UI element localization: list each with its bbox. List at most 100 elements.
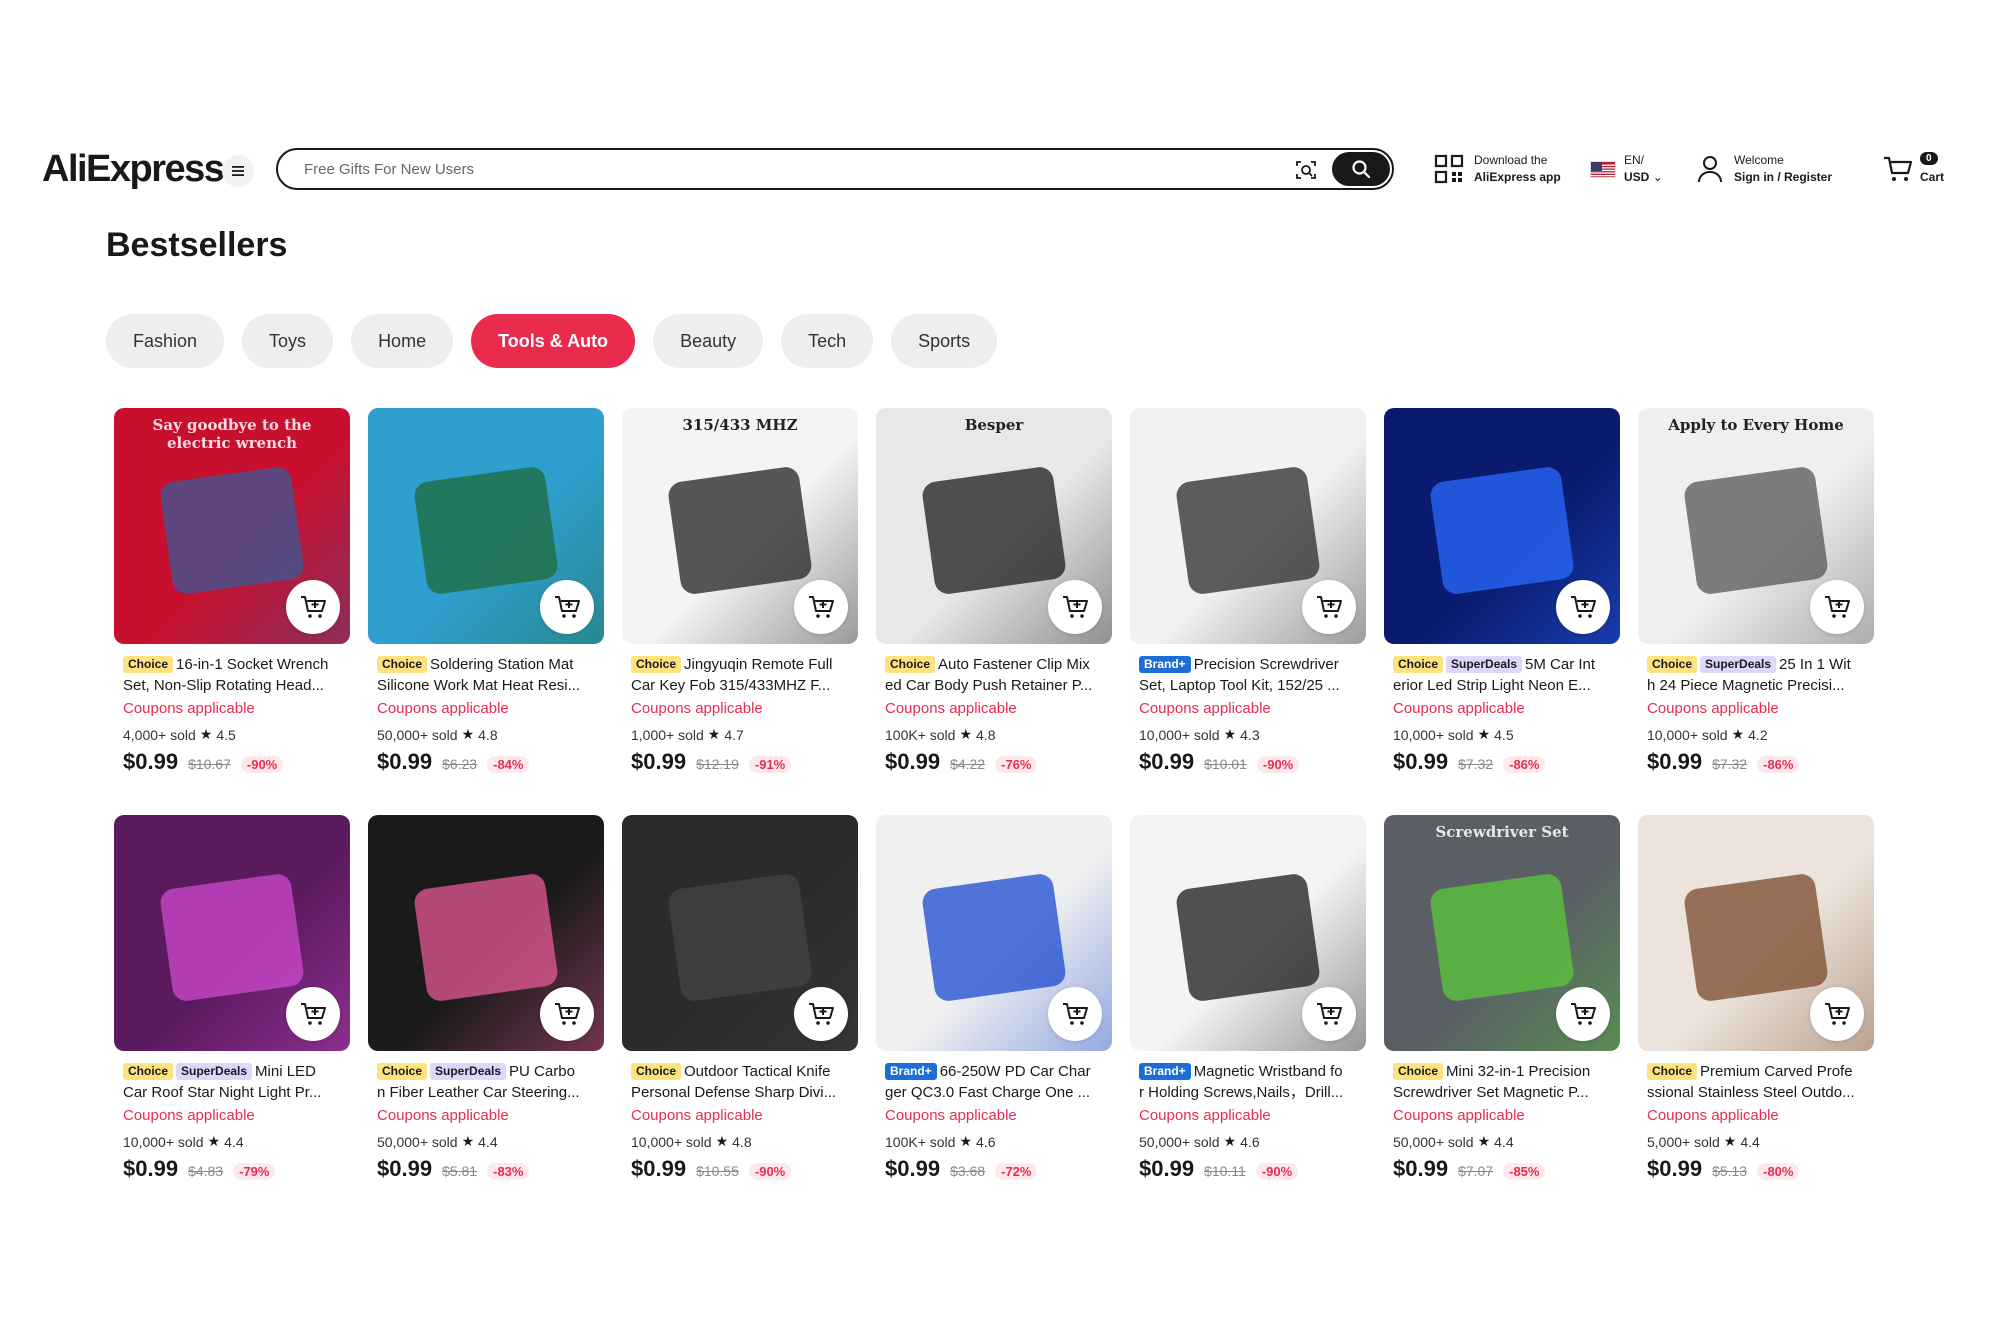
price-row: $0.99 $7.07 -85% (1393, 1156, 1620, 1182)
product-card[interactable]: Brand+ Magnetic Wristband fo r Holding Scr… (1130, 815, 1366, 1182)
product-title[interactable]: Choice SuperDeals PU Carbo n Fiber Leather … (377, 1061, 596, 1103)
sales-rating-row: 10,000+ sold ★ 4.5 (1393, 726, 1620, 743)
product-card[interactable]: Screwdriver Set Choice Mini 32-in-1 Precis… (1384, 815, 1620, 1182)
add-to-cart-button[interactable] (1048, 580, 1102, 634)
product-image[interactable] (1638, 815, 1874, 1051)
cart-label: Cart (1920, 169, 1945, 184)
product-card[interactable]: Brand+ 66-250W PD Car Char ger QC3.0 Fast … (876, 815, 1112, 1182)
product-title[interactable]: Choice Auto Fastener Clip Mix ed Car Body … (885, 654, 1104, 696)
tab-sports[interactable]: Sports (891, 314, 998, 368)
product-card[interactable]: Brand+ Precision Screwdriver Set, Laptop T… (1130, 408, 1366, 775)
image-caption: 315/433 MHZ (682, 416, 798, 434)
product-image[interactable]: 315/433 MHZ (622, 408, 858, 644)
product-title[interactable]: Choice Premium Carved Profe ssional Stainl… (1647, 1061, 1866, 1103)
rating-value: 4.2 (1748, 726, 1768, 743)
product-card[interactable]: 315/433 MHZ Choice Jingyuqin Remote Full Ca… (622, 408, 858, 775)
product-photo-shape (412, 872, 560, 1003)
product-card[interactable]: Besper Choice Auto Fastener Clip Mix ed Car… (876, 408, 1112, 775)
welcome-text: Welcome (1734, 153, 1784, 167)
product-photo-shape (920, 872, 1068, 1003)
search-button[interactable] (1332, 152, 1390, 186)
add-to-cart-button[interactable] (1810, 580, 1864, 634)
coupon-label: Coupons applicable (1393, 1107, 1525, 1124)
add-to-cart-button[interactable] (1556, 987, 1610, 1041)
add-to-cart-button[interactable] (286, 987, 340, 1041)
add-to-cart-button[interactable] (286, 580, 340, 634)
sign-in-link[interactable]: Welcome Sign in / Register (1696, 148, 1832, 190)
choice-badge: Choice (631, 1063, 682, 1080)
tab-tech[interactable]: Tech (781, 314, 874, 368)
add-to-cart-button[interactable] (1048, 987, 1102, 1041)
product-title[interactable]: Choice SuperDeals 5M Car Int erior Led Stri… (1393, 654, 1612, 696)
add-to-cart-icon (555, 1003, 580, 1025)
add-to-cart-button[interactable] (1810, 987, 1864, 1041)
product-image[interactable] (1130, 815, 1366, 1051)
product-title[interactable]: Choice Soldering Station Mat Silicone Work… (377, 654, 596, 696)
product-image[interactable] (114, 815, 350, 1051)
sold-count: 100K+ sold (885, 1133, 956, 1150)
original-price: $4.83 (188, 1163, 224, 1179)
product-title[interactable]: Choice 16-in-1 Socket Wrench Set, Non-Slip… (123, 654, 342, 696)
tab-fashion[interactable]: Fashion (106, 314, 225, 368)
cart-link[interactable]: 0 Cart (1882, 148, 1944, 190)
product-card[interactable]: Choice SuperDeals 5M Car Int erior Led Stri… (1384, 408, 1620, 775)
original-price: $4.22 (950, 756, 986, 772)
product-image[interactable] (368, 408, 604, 644)
product-image[interactable]: Screwdriver Set (1384, 815, 1620, 1051)
add-to-cart-button[interactable] (794, 987, 848, 1041)
product-image[interactable] (368, 815, 604, 1051)
product-title[interactable]: Choice Mini 32-in-1 Precision Screwdriver … (1393, 1061, 1612, 1103)
coupon-label: Coupons applicable (1647, 700, 1779, 717)
title-line1: Auto Fastener Clip Mix (938, 656, 1090, 673)
product-card[interactable]: Apply to Every Home Choice SuperDeals 25 In… (1638, 408, 1874, 775)
add-to-cart-button[interactable] (1302, 580, 1356, 634)
add-to-cart-button[interactable] (794, 580, 848, 634)
product-image[interactable]: Besper (876, 408, 1112, 644)
add-to-cart-button[interactable] (1302, 987, 1356, 1041)
image-search-icon[interactable] (1294, 158, 1318, 182)
menu-button[interactable] (222, 155, 254, 187)
search-input[interactable] (304, 150, 1284, 188)
title-line1: 25 In 1 Wit (1779, 656, 1851, 673)
sale-price: $0.99 (123, 1156, 179, 1181)
product-grid: Say goodbye to the electric wrench Choice… (114, 408, 1874, 1182)
rating-value: 4.4 (224, 1133, 244, 1150)
tab-beauty[interactable]: Beauty (653, 314, 764, 368)
download-app-link[interactable]: Download the AliExpress app (1434, 148, 1561, 190)
product-title[interactable]: Choice Outdoor Tactical Knife Personal Def… (631, 1061, 850, 1103)
add-to-cart-button[interactable] (1556, 580, 1610, 634)
product-title[interactable]: Choice Jingyuqin Remote Full Car Key Fob 3… (631, 654, 850, 696)
product-image[interactable] (622, 815, 858, 1051)
add-to-cart-icon (809, 596, 834, 618)
add-to-cart-button[interactable] (540, 987, 594, 1041)
product-card[interactable]: Choice SuperDeals Mini LED Car Roof Star Ni… (114, 815, 350, 1182)
product-image[interactable]: Say goodbye to the electric wrench (114, 408, 350, 644)
product-card[interactable]: Choice Soldering Station Mat Silicone Work… (368, 408, 604, 775)
product-card[interactable]: Choice SuperDeals PU Carbo n Fiber Leather … (368, 815, 604, 1182)
add-to-cart-button[interactable] (540, 580, 594, 634)
product-image[interactable] (1130, 408, 1366, 644)
tab-home[interactable]: Home (351, 314, 454, 368)
product-title[interactable]: Brand+ 66-250W PD Car Char ger QC3.0 Fast … (885, 1061, 1104, 1103)
add-to-cart-icon (1063, 1003, 1088, 1025)
original-price: $5.81 (442, 1163, 478, 1179)
tab-tools-auto[interactable]: Tools & Auto (471, 314, 636, 368)
product-title[interactable]: Choice SuperDeals Mini LED Car Roof Star Ni… (123, 1061, 342, 1103)
aliexpress-logo[interactable]: AliExpress (42, 148, 225, 191)
product-image[interactable] (876, 815, 1112, 1051)
product-title[interactable]: Brand+ Magnetic Wristband fo r Holding Scr… (1139, 1061, 1358, 1103)
product-image[interactable]: Apply to Every Home (1638, 408, 1874, 644)
product-title[interactable]: Brand+ Precision Screwdriver Set, Laptop T… (1139, 654, 1358, 696)
product-card[interactable]: Choice Premium Carved Profe ssional Stainl… (1638, 815, 1874, 1182)
price-row: $0.99 $5.81 -83% (377, 1156, 604, 1182)
tab-toys[interactable]: Toys (242, 314, 334, 368)
product-card[interactable]: Say goodbye to the electric wrench Choice… (114, 408, 350, 775)
site-header: AliExpress Download the AliExpress app EN… (0, 140, 2000, 200)
language-currency-selector[interactable]: EN/USD ⌄ (1590, 148, 1663, 190)
sale-price: $0.99 (1647, 1156, 1703, 1181)
product-card[interactable]: Choice Outdoor Tactical Knife Personal Def… (622, 815, 858, 1182)
rating-value: 4.6 (1240, 1133, 1260, 1150)
product-image[interactable] (1384, 408, 1620, 644)
title-line2: Set, Laptop Tool Kit, 152/25 ... (1139, 677, 1340, 694)
product-title[interactable]: Choice SuperDeals 25 In 1 Wit h 24 Piece Ma… (1647, 654, 1866, 696)
